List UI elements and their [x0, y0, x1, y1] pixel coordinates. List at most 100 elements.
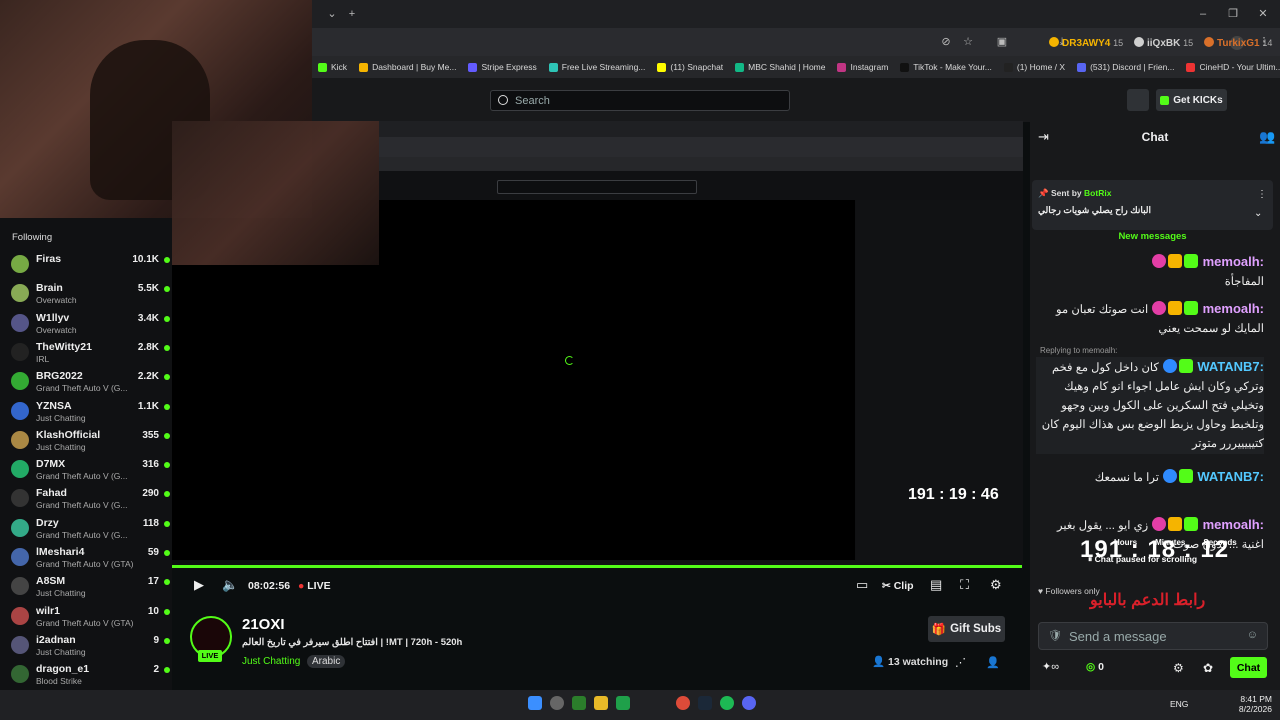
- share-icon[interactable]: ⋰: [955, 656, 966, 670]
- following-item[interactable]: lMeshari4 Grand Theft Auto V (GTA) 59: [0, 543, 172, 572]
- bookmark-item[interactable]: Stripe Express: [468, 62, 537, 72]
- reply-hint: Replying to memoalh:: [1040, 346, 1118, 355]
- bookmark-item[interactable]: Kick: [318, 62, 347, 72]
- fullscreen-icon[interactable]: ⛶: [960, 578, 969, 592]
- chat-message[interactable]: WATANB7: ترا ما نسمعك: [1036, 467, 1264, 488]
- watching-count: 👤 13 watching: [872, 656, 949, 668]
- following-item[interactable]: dragon_e1 Blood Strike 2: [0, 660, 172, 689]
- viewer-count: 2: [153, 664, 159, 676]
- chat-input[interactable]: 🛡 Send a message ☺: [1038, 622, 1268, 650]
- bookmark-item[interactable]: Free Live Streaming...: [548, 62, 645, 72]
- bookmark-icon: [1077, 62, 1087, 72]
- bookmark-item[interactable]: TikTok - Make Your...: [900, 62, 992, 72]
- search-input[interactable]: Search: [490, 90, 790, 111]
- get-kicks-button[interactable]: Get KICKs: [1156, 89, 1227, 111]
- following-item[interactable]: Drzy Grand Theft Auto V (G... 118: [0, 514, 172, 543]
- crown-badge-icon: [1168, 301, 1183, 315]
- new-tab-icon[interactable]: +: [346, 8, 358, 20]
- following-item[interactable]: i2adnan Just Chatting 9: [0, 631, 172, 660]
- volume-icon[interactable]: 🔈: [222, 578, 238, 592]
- chat-message[interactable]: memoalh: المفاجأة: [1036, 252, 1264, 292]
- channel-name[interactable]: 21OXI: [242, 616, 285, 633]
- app-icon[interactable]: [550, 696, 564, 710]
- bookmark-item[interactable]: MBC Shahid | Home: [735, 62, 825, 72]
- bookmark-item[interactable]: (1) Home / X: [1003, 62, 1065, 72]
- stream-category[interactable]: Just Chatting: [242, 656, 300, 667]
- bookmark-icon: [657, 62, 667, 72]
- chat-username[interactable]: memoalh:: [1203, 254, 1264, 269]
- play-icon[interactable]: ▶: [194, 578, 204, 592]
- avatar: [11, 518, 29, 537]
- clip-button[interactable]: ✂ Clip: [882, 579, 914, 593]
- following-item[interactable]: D7MX Grand Theft Auto V (G... 316: [0, 455, 172, 484]
- following-item[interactable]: W1llyv Overwatch 3.4K: [0, 309, 172, 338]
- minimize-icon[interactable]: –: [1197, 8, 1209, 20]
- close-icon[interactable]: ✕: [1257, 8, 1269, 20]
- chat-message[interactable]: memoalh: انت صوتك تعبان مو المايك لو سمح…: [1036, 299, 1264, 339]
- player-controls: ▶ 🔈 08:02:56 ● LIVE ▭ ✂ Clip ▤ ⛶ ⚙: [172, 565, 1022, 600]
- nested-bookmarks: [379, 157, 1023, 171]
- chat-settings-icon[interactable]: ⚙: [1173, 661, 1184, 675]
- steam-icon[interactable]: [698, 696, 712, 710]
- pinned-message[interactable]: 📌 Sent by BotRix البانك راح يصلي شويات ر…: [1032, 180, 1273, 230]
- chrome-icon[interactable]: [676, 696, 690, 710]
- discord-icon[interactable]: [742, 696, 756, 710]
- bookmark-item[interactable]: CineHD - Your Ultim...: [1186, 62, 1280, 72]
- following-item[interactable]: Fahad Grand Theft Auto V (G... 290: [0, 484, 172, 513]
- badge-settings-icon[interactable]: ✿: [1203, 661, 1213, 675]
- chat-users-icon[interactable]: 👥: [1259, 130, 1275, 144]
- bookmark-item[interactable]: (531) Discord | Frien...: [1077, 62, 1174, 72]
- emote-icon[interactable]: ☺: [1247, 629, 1258, 641]
- bookmark-item[interactable]: Dashboard | Buy Me...: [359, 62, 456, 72]
- following-item[interactable]: YZNSA Just Chatting 1.1K: [0, 397, 172, 426]
- kick-points[interactable]: ◎ 0: [1086, 661, 1104, 673]
- top-gifter-1[interactable]: DR3AWY4 15: [1049, 37, 1123, 49]
- live-dot-icon: [164, 520, 170, 527]
- xbox-icon[interactable]: [572, 696, 586, 710]
- folder-icon[interactable]: [594, 696, 608, 710]
- following-item[interactable]: TheWitty21 IRL 2.8K: [0, 338, 172, 367]
- chat-username[interactable]: memoalh:: [1203, 301, 1264, 316]
- following-name: Brain: [36, 282, 63, 295]
- infinity-icon[interactable]: ✦∞: [1042, 660, 1059, 674]
- following-item[interactable]: Brain Overwatch 5.5K: [0, 279, 172, 308]
- app-icon[interactable]: [616, 696, 630, 710]
- restore-icon[interactable]: ❐: [1227, 8, 1239, 20]
- sub-badge-icon: [1179, 469, 1194, 483]
- bookmark-item[interactable]: (11) Snapchat: [657, 62, 723, 72]
- top-gifter-2[interactable]: iiQxBK 15: [1134, 37, 1193, 49]
- dashboard-button[interactable]: [1127, 89, 1149, 111]
- chevron-down-icon[interactable]: ⌄: [326, 8, 338, 20]
- extension-icon[interactable]: ▣: [996, 36, 1008, 48]
- language-tag[interactable]: Arabic: [307, 655, 346, 668]
- chat-username[interactable]: WATANB7:: [1197, 359, 1264, 374]
- system-clock[interactable]: 8:41 PM 8/2/2026: [1222, 694, 1272, 714]
- following-item[interactable]: KlashOfficial Just Chatting 355: [0, 426, 172, 455]
- bookmark-item[interactable]: Instagram: [837, 62, 888, 72]
- eye-off-icon[interactable]: ⊘: [940, 36, 952, 48]
- chevron-down-icon[interactable]: ⌄: [1254, 207, 1262, 221]
- chat-username[interactable]: memoalh:: [1203, 517, 1264, 532]
- language-indicator[interactable]: ENG: [1170, 699, 1188, 709]
- following-item[interactable]: Firas 10.1K: [0, 250, 172, 279]
- top-gifter-3[interactable]: TurkixG1 14: [1204, 37, 1272, 49]
- progress-bar[interactable]: [172, 565, 1022, 568]
- star-icon[interactable]: ☆: [962, 36, 974, 48]
- spotify-icon[interactable]: [720, 696, 734, 710]
- settings-icon[interactable]: ⚙: [990, 578, 1002, 592]
- theater-icon[interactable]: ▭: [856, 578, 868, 592]
- following-item[interactable]: wilr1 Grand Theft Auto V (GTA) 10: [0, 602, 172, 631]
- follow-icon[interactable]: 👤: [986, 656, 1000, 670]
- chat-message[interactable]: WATANB7: كان داخل كول مع فخم وتركي وكان …: [1036, 357, 1264, 454]
- more-icon[interactable]: ⋮: [1257, 188, 1267, 202]
- chat-send-button[interactable]: Chat: [1230, 657, 1267, 678]
- following-category: Overwatch: [36, 324, 77, 335]
- mini-player-icon[interactable]: ▤: [930, 578, 942, 592]
- following-item[interactable]: A8SM Just Chatting 17: [0, 572, 172, 601]
- following-item[interactable]: BRG2022 Grand Theft Auto V (G... 2.2K: [0, 367, 172, 396]
- gift-subs-button[interactable]: 🎁 Gift Subs: [928, 616, 1005, 642]
- chat-paused-notice[interactable]: ⏸ Chat paused for scrolling: [1088, 554, 1197, 565]
- chat-username[interactable]: WATANB7:: [1197, 469, 1264, 484]
- avatar: [11, 489, 29, 508]
- start-icon[interactable]: [528, 696, 542, 710]
